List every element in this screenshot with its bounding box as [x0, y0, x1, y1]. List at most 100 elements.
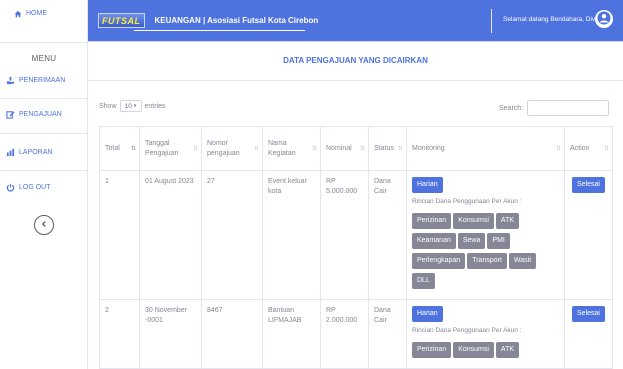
- cell-tanggal: 30 November -0001: [139, 299, 202, 369]
- column-header-nominal[interactable]: Nominal ⇅: [320, 126, 369, 171]
- futsal-logo: FUTSAL: [98, 13, 145, 28]
- card-header-divider: [88, 80, 623, 81]
- sort-icon: ⇅: [397, 145, 403, 152]
- sidebar-item-label: LAPORAN: [19, 149, 53, 156]
- cell-monitoring: Harian Rincian Dana Penggunaan Per Akun …: [406, 299, 565, 369]
- tag-konsumsi-button[interactable]: Konsumsi: [453, 342, 494, 358]
- harian-button[interactable]: Harian: [412, 177, 443, 193]
- sidebar-item-home[interactable]: HOME: [13, 9, 47, 18]
- sidebar: HOME MENU PENERIMAAN PENGAJUAN LAPORAN L…: [0, 0, 88, 369]
- sidebar-toggle-button[interactable]: [34, 215, 54, 235]
- cell-kegiatan: Event keluar kota: [262, 170, 321, 300]
- search-input[interactable]: [527, 100, 610, 116]
- account-tags: Perizinan Konsumsi ATK: [412, 342, 559, 362]
- tag-perizinan-button[interactable]: Perizinan: [412, 342, 452, 358]
- tag-konsumsi-button[interactable]: Konsumsi: [453, 213, 494, 229]
- sort-icon: ⇅: [311, 145, 317, 152]
- cell-total: 2: [99, 299, 140, 369]
- column-header-tanggal[interactable]: Tanggal Pengajuan ⇅: [139, 126, 202, 171]
- welcome-text: Selamat datang Bendahara, Diva: [503, 16, 599, 23]
- table-row: 2 30 November -0001 8467 Bantuan LIFMAJA…: [99, 299, 613, 369]
- cell-status: Dana Cair: [368, 170, 407, 300]
- chevron-left-icon: [40, 220, 48, 230]
- cell-monitoring: Harian Rincian Dana Penggunaan Per Akun …: [406, 170, 565, 300]
- sidebar-item-laporan[interactable]: LAPORAN: [6, 148, 52, 157]
- tag-transport-button[interactable]: Transport: [467, 253, 507, 269]
- tag-wasit-button[interactable]: Wasit: [508, 253, 537, 269]
- entries-select[interactable]: 10 ▾: [119, 100, 142, 112]
- menu-label: MENU: [31, 54, 57, 63]
- column-header-monitoring[interactable]: Monitoring ⇅: [406, 126, 565, 171]
- sort-icon: ⇅: [130, 145, 136, 152]
- sidebar-divider: [0, 133, 88, 134]
- brand: FUTSAL KEUANGAN | Asosiasi Futsal Kota C…: [98, 13, 318, 28]
- tag-perizinan-button[interactable]: Perizinan: [412, 213, 452, 229]
- table-row: 1 01 August 2023 27 Event keluar kota RP…: [99, 170, 613, 300]
- tag-atk-button[interactable]: ATK: [495, 213, 520, 229]
- tag-atk-button[interactable]: ATK: [495, 342, 520, 358]
- column-header-total[interactable]: Total ⇅: [99, 126, 140, 171]
- column-header-status[interactable]: Status ⇅: [368, 126, 407, 171]
- cell-tanggal: 01 August 2023: [139, 170, 202, 300]
- data-card: DATA PENGAJUAN YANG DICAIRKAN Show 10 ▾ …: [88, 42, 623, 369]
- cell-nomor: 8467: [201, 299, 263, 369]
- cell-kegiatan: Bantuan LIFMAJAB: [262, 299, 321, 369]
- cell-nominal: RP 2.000.000: [320, 299, 369, 369]
- sidebar-divider: [0, 42, 88, 43]
- select-arrows-icon: ▾: [133, 103, 137, 109]
- search-label: Search:: [499, 104, 524, 112]
- sidebar-item-label: LOG OUT: [19, 184, 51, 191]
- column-header-nomor[interactable]: Nomor pengajuan ⇅: [201, 126, 263, 171]
- sidebar-divider: [0, 98, 88, 99]
- cell-nominal: RP 5.000.000: [320, 170, 369, 300]
- avatar[interactable]: [595, 10, 613, 28]
- tag-pmi-button[interactable]: PMI: [487, 233, 510, 249]
- tag-dll-button[interactable]: DLL: [412, 273, 435, 289]
- sidebar-item-label: HOME: [26, 10, 47, 17]
- entries-length-control: Show 10 ▾ entries: [99, 100, 166, 112]
- show-label: Show: [99, 102, 117, 110]
- selesai-button[interactable]: Selesai: [572, 306, 605, 322]
- selesai-button[interactable]: Selesai: [572, 177, 605, 193]
- rincian-label: Rincian Dana Penggunaan Per Akun :: [412, 198, 522, 205]
- power-icon: [6, 183, 15, 192]
- cell-action: Selesai: [564, 299, 613, 369]
- table-header-row: Total ⇅ Tanggal Pengajuan ⇅ Nomor pengajua…: [99, 126, 613, 171]
- topbar-divider: [491, 9, 492, 33]
- harian-button[interactable]: Harian: [412, 306, 443, 322]
- sort-icon: ⇅: [192, 145, 198, 152]
- cell-action: Selesai: [564, 170, 613, 300]
- card-title: DATA PENGAJUAN YANG DICAIRKAN: [283, 56, 428, 65]
- tag-keamanan-button[interactable]: Keamanan: [412, 233, 456, 249]
- sort-icon: ⇅: [555, 145, 561, 152]
- account-tags: Perizinan Konsumsi ATK Keamanan Sewa PMI Perle…: [412, 213, 559, 293]
- tag-perlengkapan-button[interactable]: Perlengkapan: [412, 253, 466, 269]
- sidebar-item-label: PENGAJUAN: [19, 111, 62, 118]
- edit-icon: [6, 110, 15, 119]
- entries-label: entries: [144, 102, 166, 110]
- column-header-action[interactable]: Action ⇅: [564, 126, 613, 171]
- cell-status: Dana Cair: [368, 299, 407, 369]
- sidebar-divider: [0, 170, 88, 171]
- sort-icon: ⇅: [603, 145, 609, 152]
- sidebar-item-pengajuan[interactable]: PENGAJUAN: [6, 110, 62, 119]
- title-underline: [134, 30, 305, 31]
- sidebar-item-label: PENERIMAAN: [19, 77, 66, 84]
- rincian-label: Rincian Dana Penggunaan Per Akun :: [412, 327, 522, 334]
- user-icon: [597, 11, 611, 27]
- chart-icon: [6, 148, 15, 157]
- data-table: Total ⇅ Tanggal Pengajuan ⇅ Nomor pengajua…: [99, 126, 613, 369]
- search-control: Search:: [499, 100, 610, 116]
- hand-coin-icon: [6, 76, 15, 85]
- cell-nomor: 27: [201, 170, 263, 300]
- topbar: FUTSAL KEUANGAN | Asosiasi Futsal Kota C…: [88, 0, 623, 42]
- cell-total: 1: [99, 170, 140, 300]
- sort-icon: ⇅: [359, 145, 365, 152]
- sidebar-item-logout[interactable]: LOG OUT: [6, 183, 51, 192]
- sidebar-item-penerimaan[interactable]: PENERIMAAN: [6, 76, 65, 85]
- page-title: KEUANGAN | Asosiasi Futsal Kota Cirebon: [154, 16, 319, 25]
- tag-sewa-button[interactable]: Sewa: [457, 233, 486, 249]
- sort-icon: ⇅: [253, 145, 259, 152]
- column-header-kegiatan[interactable]: Nama Kegiatan ⇅: [262, 126, 321, 171]
- home-icon: [13, 9, 22, 18]
